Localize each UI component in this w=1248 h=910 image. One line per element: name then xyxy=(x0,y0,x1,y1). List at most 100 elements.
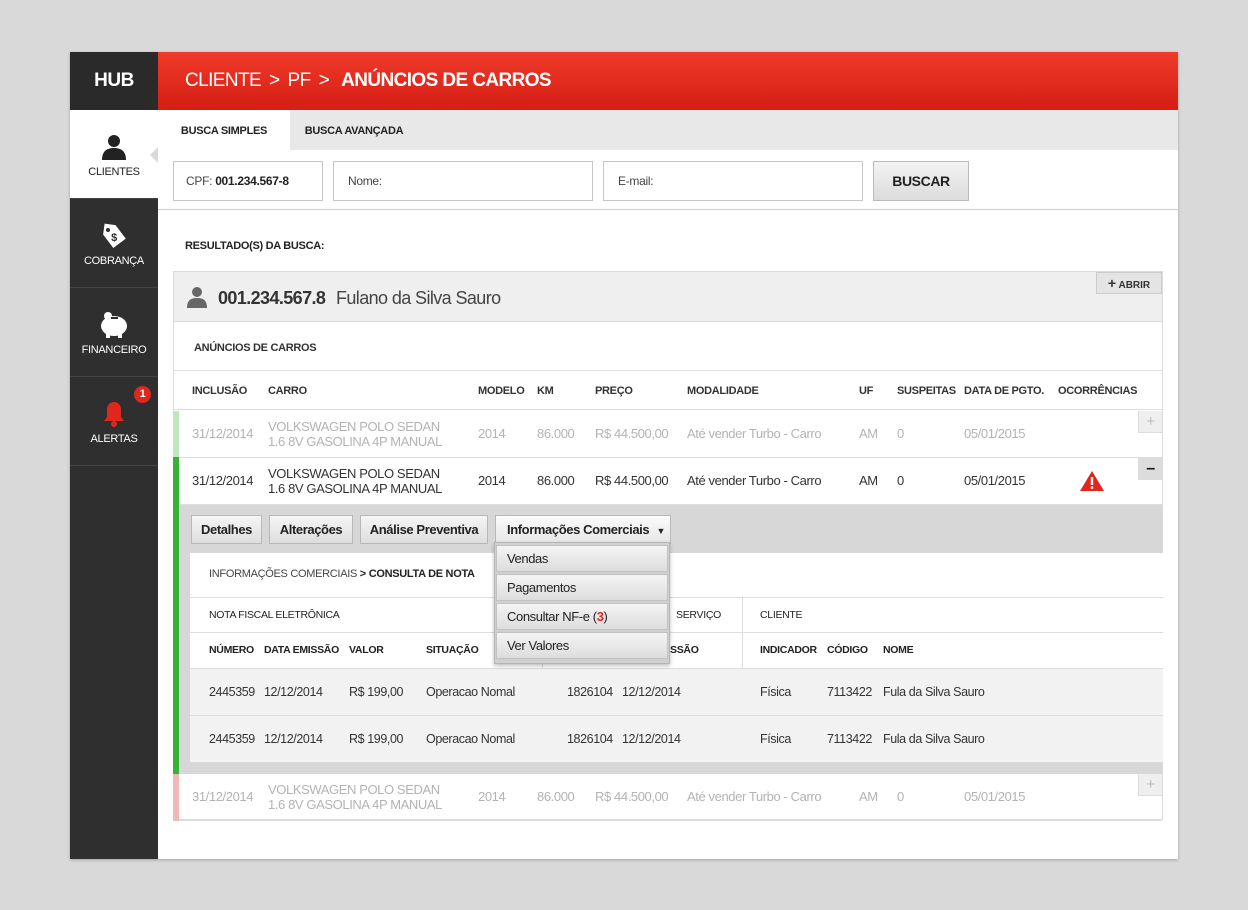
breadcrumb-separator: > xyxy=(269,70,280,91)
collapse-row-button[interactable]: – xyxy=(1138,458,1162,480)
cell-suspeitas: 0 xyxy=(897,426,904,441)
cell-carro: VOLKSWAGEN POLO SEDAN 1.6 8V GASOLINA 4P … xyxy=(268,419,442,449)
car-line2: 1.6 8V GASOLINA 4P MANUAL xyxy=(268,434,443,449)
cell-preco: R$ 44.500,00 xyxy=(595,789,669,804)
cell-preco: R$ 44.500,00 xyxy=(595,473,669,488)
cell-rps: 1826104 xyxy=(567,732,613,746)
nome-field[interactable]: Nome: xyxy=(333,161,593,201)
analise-preventiva-button[interactable]: Análise Preventiva xyxy=(360,515,488,544)
nfe-row[interactable]: 2445359 12/12/2014 R$ 199,00 Operacao No… xyxy=(190,669,1163,716)
open-button[interactable]: + ABRIR xyxy=(1096,272,1162,294)
informacoes-comerciais-label: Informações Comerciais xyxy=(507,522,650,537)
menu-item-label-close: ) xyxy=(603,609,608,624)
car-line2: 1.6 8V GASOLINA 4P MANUAL xyxy=(268,481,443,496)
price-tag-icon: $ xyxy=(70,221,158,251)
cell-nome: Fula da Silva Sauro xyxy=(883,685,985,699)
menu-item-label: Consultar NF-e ( xyxy=(507,609,597,624)
open-button-label: ABRIR xyxy=(1118,280,1151,291)
cell-indicador: Física xyxy=(760,685,791,699)
cell-uf: AM xyxy=(859,789,878,804)
column-km[interactable]: KM xyxy=(537,385,554,397)
nfe-row[interactable]: 2445359 12/12/2014 R$ 199,00 Operacao No… xyxy=(190,716,1163,763)
cpf-field[interactable]: CPF: 001.234.567-8 xyxy=(173,161,323,201)
hub-logo[interactable]: HUB xyxy=(70,52,158,110)
detalhes-button[interactable]: Detalhes xyxy=(191,515,262,544)
cell-numero: 2445359 xyxy=(209,685,255,699)
column-carro[interactable]: CARRO xyxy=(268,385,307,397)
cell-modelo: 2014 xyxy=(478,473,506,488)
menu-item-pagamentos[interactable]: Pagamentos xyxy=(496,574,668,601)
cell-data-pgto: 05/01/2015 xyxy=(964,789,1026,804)
breadcrumb-informacoes[interactable]: INFORMAÇÕES COMERCIAIS xyxy=(209,568,357,580)
column-ocorrencias[interactable]: OCORRÊNCIAS xyxy=(1058,385,1138,397)
column-numero[interactable]: NÚMERO xyxy=(209,644,254,656)
column-modalidade[interactable]: MODALIDADE xyxy=(687,385,759,397)
expand-row-button[interactable]: + xyxy=(1138,411,1162,433)
nfe-count: 3 xyxy=(596,609,604,624)
alert-count-badge: 1 xyxy=(134,386,151,403)
subtable-header: NÚMERO DATA EMISSÃO VALOR SITUAÇÃO SSÃO … xyxy=(190,633,1163,669)
cell-inclusao: 31/12/2014 xyxy=(192,426,254,441)
sidebar-item-financeiro[interactable]: FINANCEIRO xyxy=(70,288,158,377)
cell-modalidade: Até vender Turbo - Carro xyxy=(687,789,822,804)
sidebar-item-cobranca[interactable]: $ COBRANÇA xyxy=(70,199,158,288)
menu-item-vendas[interactable]: Vendas xyxy=(496,545,668,572)
row-status-bar xyxy=(173,411,179,458)
informacoes-comerciais-button[interactable]: Informações Comerciais ▼ xyxy=(495,515,671,544)
menu-item-consultar-nfe[interactable]: Consultar NF-e (3) xyxy=(496,603,668,630)
car-line1: VOLKSWAGEN POLO SEDAN xyxy=(268,419,440,434)
cell-km: 86.000 xyxy=(537,473,575,488)
column-preco[interactable]: PREÇO xyxy=(595,385,633,397)
cell-inclusao: 31/12/2014 xyxy=(192,789,254,804)
table-row[interactable]: 31/12/2014 VOLKSWAGEN POLO SEDAN 1.6 8V G… xyxy=(173,411,1162,458)
column-indicador[interactable]: INDICADOR xyxy=(760,644,817,656)
column-uf[interactable]: UF xyxy=(859,385,873,397)
tab-busca-avancada[interactable]: BUSCA AVANÇADA xyxy=(290,110,418,150)
informacoes-comerciais-menu: Vendas Pagamentos Consultar NF-e (3) Ver… xyxy=(494,542,670,664)
sidebar-item-alertas[interactable]: 1 ALERTAS xyxy=(70,377,158,466)
tab-busca-simples[interactable]: BUSCA SIMPLES xyxy=(158,110,290,150)
cell-carro: VOLKSWAGEN POLO SEDAN 1.6 8V GASOLINA 4P … xyxy=(268,782,442,812)
sidebar-item-label: FINANCEIRO xyxy=(81,344,147,356)
sidebar-item-clientes[interactable]: CLIENTES xyxy=(70,110,159,199)
column-modelo[interactable]: MODELO xyxy=(478,385,525,397)
table-row[interactable]: 31/12/2014 VOLKSWAGEN POLO SEDAN 1.6 8V G… xyxy=(173,774,1162,821)
client-card-header[interactable]: 001.234.567.8 Fulano da Silva Sauro + AB… xyxy=(174,272,1162,322)
group-nota-fiscal: NOTA FISCAL ELETRÔNICA xyxy=(209,609,340,621)
search-bar: CPF: 001.234.567-8 Nome: E-mail: BUSCAR xyxy=(158,150,1178,210)
page-header: CLIENTE > PF > ANÚNCIOS DE CARROS xyxy=(158,52,1178,110)
cell-uf: AM xyxy=(859,426,878,441)
cell-valor: R$ 199,00 xyxy=(349,685,404,699)
breadcrumb-cliente[interactable]: CLIENTE xyxy=(185,70,262,91)
person-icon xyxy=(186,286,208,313)
column-codigo[interactable]: CÓDIGO xyxy=(827,644,868,656)
group-servico: SERVIÇO xyxy=(676,609,721,621)
email-field[interactable]: E-mail: xyxy=(603,161,863,201)
column-suspeitas[interactable]: SUSPEITAS xyxy=(897,385,956,397)
caret-down-icon: ▼ xyxy=(656,526,665,536)
plus-icon: + xyxy=(1107,275,1117,291)
column-nome[interactable]: NOME xyxy=(883,644,914,656)
car-line1: VOLKSWAGEN POLO SEDAN xyxy=(268,782,440,797)
breadcrumb-pf[interactable]: PF xyxy=(288,70,312,91)
column-emissao[interactable]: SSÃO xyxy=(670,644,699,656)
menu-item-ver-valores[interactable]: Ver Valores xyxy=(496,632,668,659)
column-data-emissao[interactable]: DATA EMISSÃO xyxy=(264,644,339,656)
client-cpf: 001.234.567.8 xyxy=(218,288,326,308)
warning-icon[interactable] xyxy=(1079,470,1105,495)
column-inclusao[interactable]: INCLUSÃO xyxy=(192,385,247,397)
table-row-active[interactable]: 31/12/2014 VOLKSWAGEN POLO SEDAN 1.6 8V G… xyxy=(173,458,1162,505)
expand-row-button[interactable]: + xyxy=(1138,774,1162,796)
search-button[interactable]: BUSCAR xyxy=(873,161,969,201)
column-data-pgto[interactable]: DATA DE PGTO. xyxy=(964,385,1044,397)
alteracoes-button[interactable]: Alterações xyxy=(269,515,353,544)
breadcrumb-consulta-nota: CONSULTA DE NOTA xyxy=(368,568,475,580)
cell-modalidade: Até vender Turbo - Carro xyxy=(687,426,822,441)
column-situacao[interactable]: SITUAÇÃO xyxy=(426,644,479,656)
commercial-info-panel: INFORMAÇÕES COMERCIAIS > CONSULTA DE NOT… xyxy=(190,553,1163,763)
group-cliente: CLIENTE xyxy=(760,609,803,621)
cell-rps: 1826104 xyxy=(567,685,613,699)
column-valor[interactable]: VALOR xyxy=(349,644,384,656)
search-tabs: BUSCA SIMPLES BUSCA AVANÇADA xyxy=(158,110,1178,150)
cell-modelo: 2014 xyxy=(478,789,506,804)
